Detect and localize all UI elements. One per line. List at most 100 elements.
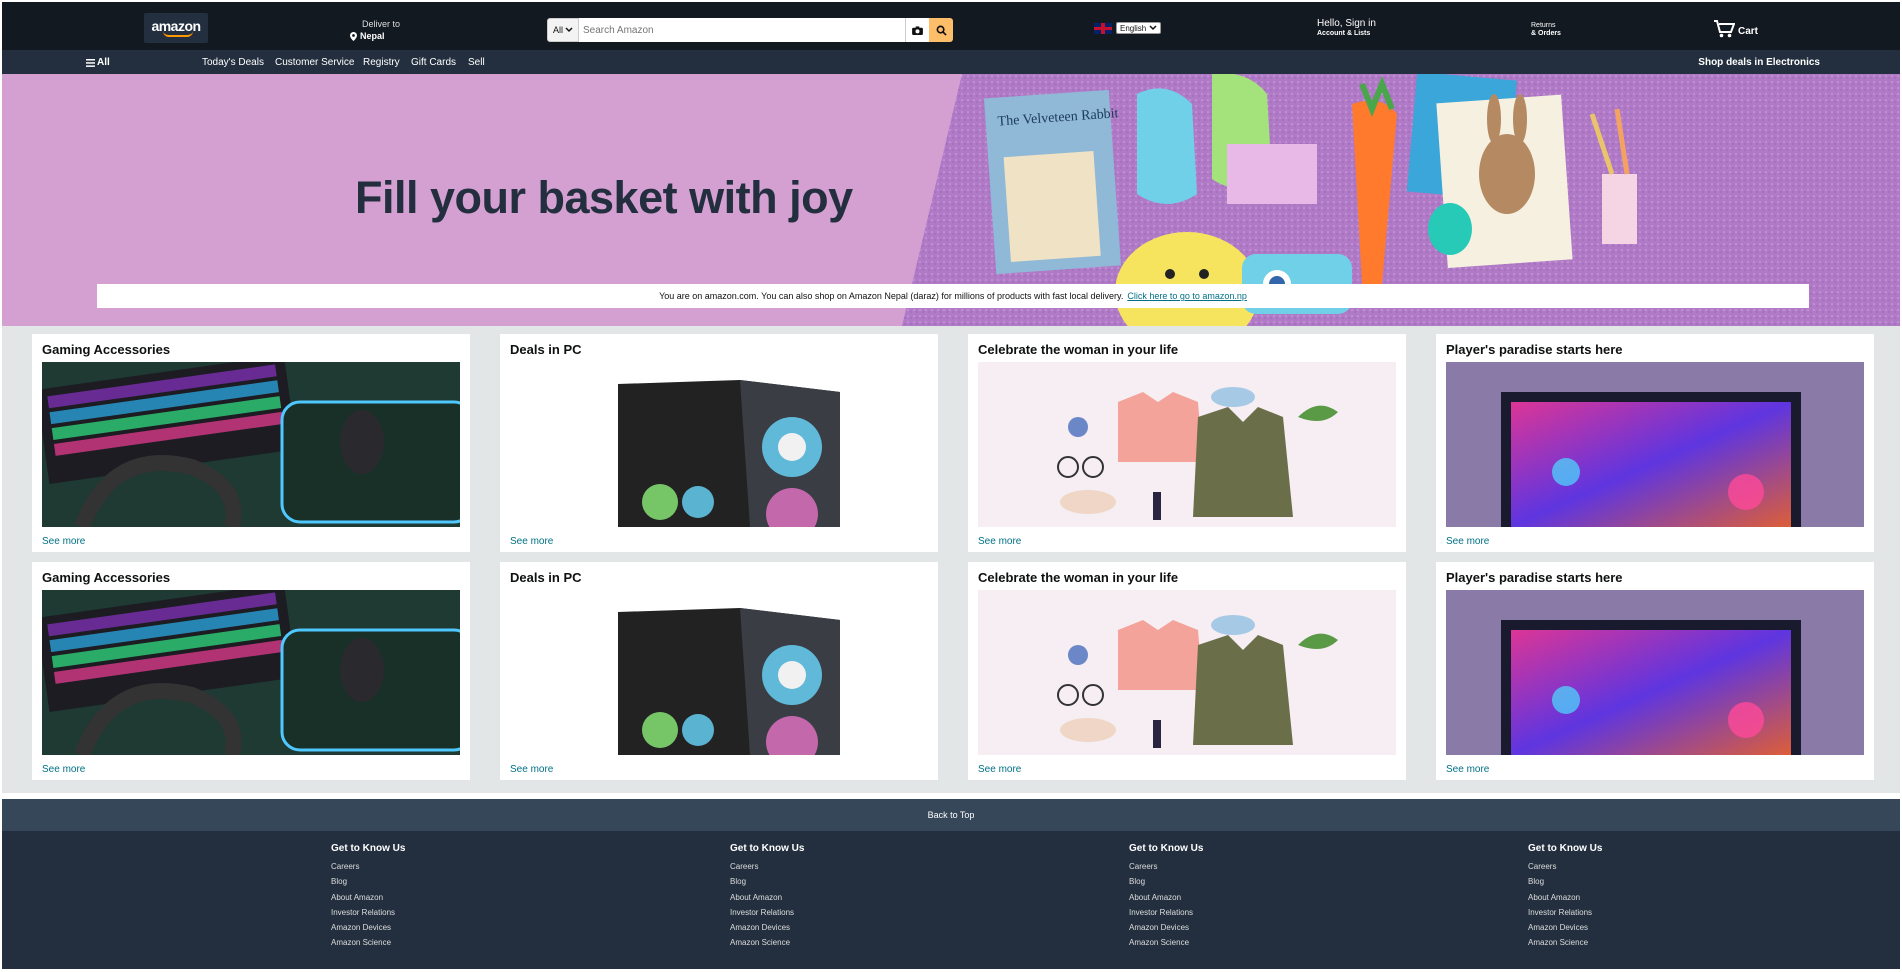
footer-link-about[interactable]: About Amazon xyxy=(730,890,804,905)
card-gaming-accessories[interactable]: Gaming Accessories See more xyxy=(32,562,470,780)
see-more-link[interactable]: See more xyxy=(1446,536,1489,547)
top-nav: amazon Deliver to Nepal All English Hell… xyxy=(2,2,1900,50)
footer-link-devices[interactable]: Amazon Devices xyxy=(730,920,804,935)
gaming-tv-image[interactable] xyxy=(1446,362,1864,527)
returns-orders[interactable]: Returns & Orders xyxy=(1531,22,1561,38)
cart-button[interactable]: Cart xyxy=(1713,20,1758,38)
back-to-top-button[interactable]: Back to Top xyxy=(2,799,1900,831)
footer-link-about[interactable]: About Amazon xyxy=(331,890,405,905)
footer-link-blog[interactable]: Blog xyxy=(1129,874,1203,889)
product-cards-grid: Gaming Accessories See more Deals in PC xyxy=(2,326,1900,793)
card-deals-in-pc[interactable]: Deals in PC See more xyxy=(500,334,938,552)
card-title: Player's paradise starts here xyxy=(1446,342,1623,357)
see-more-link[interactable]: See more xyxy=(978,536,1021,547)
nav-sell[interactable]: Sell xyxy=(468,57,485,68)
footer-link-devices[interactable]: Amazon Devices xyxy=(1129,920,1203,935)
footer: Get to Know Us Careers Blog About Amazon… xyxy=(2,831,1900,969)
see-more-link[interactable]: See more xyxy=(978,764,1021,775)
footer-link-about[interactable]: About Amazon xyxy=(1528,890,1602,905)
language-select[interactable]: English xyxy=(1116,22,1162,34)
orders-label: & Orders xyxy=(1531,30,1561,37)
footer-link-careers[interactable]: Careers xyxy=(1528,859,1602,874)
account-lists[interactable]: Hello, Sign in Account & Lists xyxy=(1317,19,1376,39)
see-more-link[interactable]: See more xyxy=(42,764,85,775)
amazon-logo[interactable]: amazon xyxy=(144,13,208,43)
footer-link-science[interactable]: Amazon Science xyxy=(730,935,804,950)
see-more-link[interactable]: See more xyxy=(1446,764,1489,775)
returns-label: Returns xyxy=(1531,22,1556,29)
logo-smile-icon xyxy=(163,31,193,37)
footer-link-investor[interactable]: Investor Relations xyxy=(1129,905,1203,920)
search-category-select[interactable]: All xyxy=(547,18,579,42)
footer-link-about[interactable]: About Amazon xyxy=(1129,890,1203,905)
gaming-keyboard-image[interactable] xyxy=(42,590,460,755)
card-title: Gaming Accessories xyxy=(42,570,171,585)
search-input[interactable] xyxy=(579,18,905,42)
chevron-down-icon xyxy=(565,27,573,33)
card-title: Gaming Accessories xyxy=(42,342,171,357)
card-players-paradise[interactable]: Player's paradise starts here See more xyxy=(1436,334,1874,552)
hero-title: Fill your basket with joy xyxy=(355,172,853,223)
footer-link-investor[interactable]: Investor Relations xyxy=(1528,905,1602,920)
pc-case-image[interactable] xyxy=(510,362,928,527)
camera-icon xyxy=(912,25,923,35)
footer-column-title: Get to Know Us xyxy=(331,843,406,854)
search-button[interactable] xyxy=(929,18,953,42)
card-celebrate-woman[interactable]: Celebrate the woman in your life See mor… xyxy=(968,334,1406,552)
footer-link-blog[interactable]: Blog xyxy=(331,874,405,889)
nav-customer-service[interactable]: Customer Service xyxy=(275,57,354,68)
chevron-down-icon xyxy=(1149,25,1157,31)
womens-fashion-image[interactable] xyxy=(978,362,1396,527)
see-more-link[interactable]: See more xyxy=(510,536,553,547)
footer-link-investor[interactable]: Investor Relations xyxy=(730,905,804,920)
footer-column: Get to Know Us Careers Blog About Amazon… xyxy=(1129,843,1203,951)
account-greeting: Hello, Sign in xyxy=(1317,18,1376,29)
hero-banner[interactable]: The Velveteen Rabbit Fill your basket wi… xyxy=(2,74,1900,326)
hamburger-menu-icon xyxy=(86,58,95,67)
footer-link-blog[interactable]: Blog xyxy=(730,874,804,889)
footer-link-devices[interactable]: Amazon Devices xyxy=(1528,920,1602,935)
deliver-to[interactable]: Deliver to Nepal xyxy=(350,18,400,42)
footer-link-careers[interactable]: Careers xyxy=(730,859,804,874)
footer-link-devices[interactable]: Amazon Devices xyxy=(331,920,405,935)
footer-link-blog[interactable]: Blog xyxy=(1528,874,1602,889)
footer-link-science[interactable]: Amazon Science xyxy=(1129,935,1203,950)
card-gaming-accessories[interactable]: Gaming Accessories See more xyxy=(32,334,470,552)
search-icon xyxy=(936,25,947,36)
footer-link-investor[interactable]: Investor Relations xyxy=(331,905,405,920)
language-selector[interactable]: English xyxy=(1094,22,1162,34)
card-title: Celebrate the woman in your life xyxy=(978,342,1179,357)
region-notice-text: You are on amazon.com. You can also shop… xyxy=(659,291,1124,301)
footer-column: Get to Know Us Careers Blog About Amazon… xyxy=(331,843,405,951)
deliver-location-row: Nepal xyxy=(350,30,400,42)
nav-electronics-deals[interactable]: Shop deals in Electronics xyxy=(1698,57,1820,68)
card-title: Deals in PC xyxy=(510,342,582,357)
footer-link-science[interactable]: Amazon Science xyxy=(1528,935,1602,950)
region-notice: You are on amazon.com. You can also shop… xyxy=(97,284,1809,308)
nav-registry[interactable]: Registry xyxy=(363,57,400,68)
see-more-link[interactable]: See more xyxy=(510,764,553,775)
footer-link-science[interactable]: Amazon Science xyxy=(331,935,405,950)
card-deals-in-pc[interactable]: Deals in PC See more xyxy=(500,562,938,780)
camera-search-button[interactable] xyxy=(905,18,929,42)
womens-fashion-image[interactable] xyxy=(978,590,1396,755)
card-players-paradise[interactable]: Player's paradise starts here See more xyxy=(1436,562,1874,780)
location-pin-icon xyxy=(350,31,357,41)
see-more-link[interactable]: See more xyxy=(42,536,85,547)
footer-link-careers[interactable]: Careers xyxy=(331,859,405,874)
pc-case-image[interactable] xyxy=(510,590,928,755)
account-lists-label: Account & Lists xyxy=(1317,30,1371,37)
amazon-np-link[interactable]: Click here to go to amazon.np xyxy=(1127,291,1247,301)
nav-gift-cards[interactable]: Gift Cards xyxy=(411,57,456,68)
search-category-label: All xyxy=(552,25,563,35)
gaming-tv-image[interactable] xyxy=(1446,590,1864,755)
nav-todays-deals[interactable]: Today's Deals xyxy=(202,57,264,68)
card-celebrate-woman[interactable]: Celebrate the woman in your life See mor… xyxy=(968,562,1406,780)
deliver-location: Nepal xyxy=(360,31,385,41)
sub-nav: All Today's Deals Customer Service Regis… xyxy=(2,50,1900,74)
gaming-keyboard-image[interactable] xyxy=(42,362,460,527)
deliver-label: Deliver to xyxy=(362,19,401,29)
footer-link-careers[interactable]: Careers xyxy=(1129,859,1203,874)
all-menu-button[interactable]: All xyxy=(86,57,110,68)
uk-flag-icon xyxy=(1094,22,1112,34)
